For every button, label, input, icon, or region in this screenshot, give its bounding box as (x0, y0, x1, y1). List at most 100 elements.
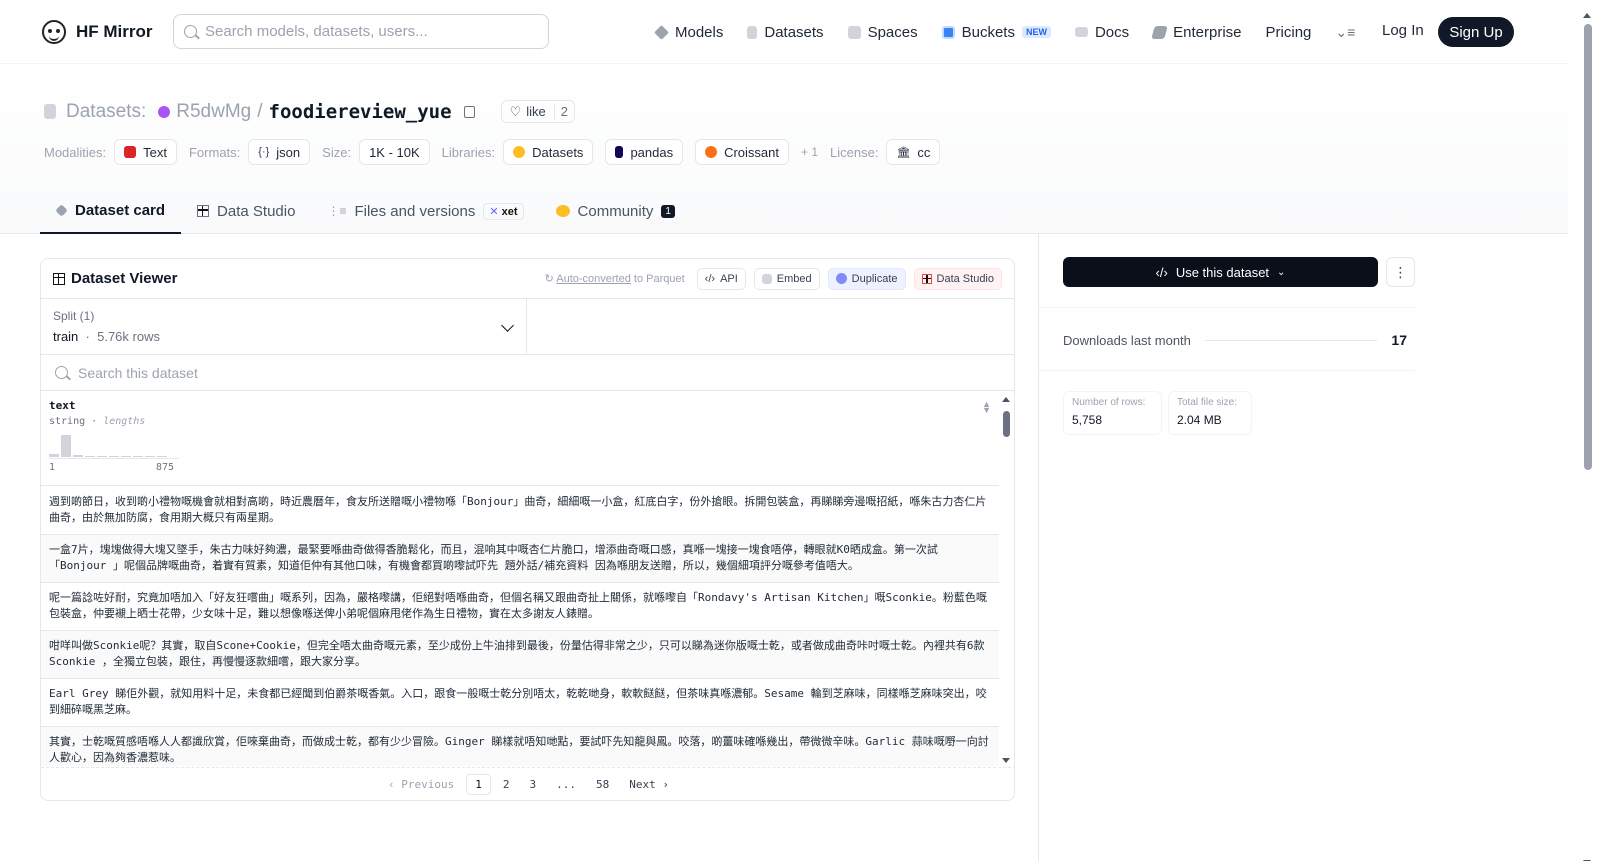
embed-icon (761, 273, 772, 284)
scroll-thumb[interactable] (1003, 411, 1010, 437)
tab-files[interactable]: ⋮≡ Files and versions ✕ xet (311, 188, 539, 234)
histogram-bar[interactable] (145, 456, 155, 457)
embed-button[interactable]: Embed (753, 267, 820, 290)
nav-enterprise[interactable]: Enterprise (1151, 23, 1242, 41)
library-chip-croissant[interactable]: Croissant (695, 139, 790, 165)
page-scrollbar[interactable] (1568, 0, 1600, 861)
table-row[interactable]: 其實，士乾嘅質感唔喺人人都識欣賞，佢唻棄曲奇，而做成士乾，都有少少冒險。Ging… (41, 727, 999, 766)
length-histogram[interactable] (49, 435, 179, 457)
global-search[interactable] (173, 14, 549, 49)
nav-spaces-label: Spaces (867, 23, 918, 41)
nav-models-label: Models (675, 23, 724, 41)
size-chip[interactable]: 1K - 10K (359, 139, 430, 165)
scroll-down-icon[interactable] (1002, 758, 1010, 763)
format-chip[interactable]: {·} json (248, 139, 311, 165)
page-scroll-thumb[interactable] (1584, 24, 1592, 470)
dataset-name[interactable]: foodiereview_yue (269, 101, 452, 123)
nav-docs-label: Docs (1094, 23, 1130, 41)
downloads-sparkline (1204, 339, 1378, 341)
page-1[interactable]: 1 (466, 774, 491, 795)
chevron-down-icon: ⌄ (1277, 266, 1286, 278)
dataset-search[interactable] (41, 355, 1014, 391)
library-croissant: Croissant (724, 144, 780, 160)
modality-value: Text (143, 144, 167, 160)
title-separator: / (257, 100, 263, 122)
tab-community[interactable]: Community 1 (540, 188, 691, 234)
studio-icon (921, 273, 932, 284)
histogram-bar[interactable] (49, 453, 59, 457)
prev-page[interactable]: ‹ Previous (380, 775, 462, 794)
table-row[interactable]: 週到啲節日，收到啲小禮物嘅機會就相對高啲，時近農曆年，食友所送贈嘅小禮物喺「Bo… (41, 487, 999, 535)
nav-models[interactable]: Models (654, 23, 724, 41)
more-libraries[interactable]: + 1 (801, 145, 818, 159)
histogram-bar[interactable] (157, 456, 167, 457)
side-panel: ‹/› Use this dataset ⌄ ⋮ Downloads last mo… (1038, 234, 1568, 861)
formats-label: Formats: (188, 144, 241, 160)
scroll-up-icon[interactable] (1002, 397, 1010, 402)
histogram-bar[interactable] (121, 456, 131, 457)
next-page[interactable]: Next › (621, 775, 677, 794)
library-chip-datasets[interactable]: Datasets (503, 139, 594, 165)
divider (1039, 307, 1415, 308)
column-type-value: string (49, 416, 86, 427)
page-58[interactable]: 58 (588, 775, 617, 794)
viewer-scrollbar[interactable] (1001, 393, 1013, 767)
sort-icon[interactable]: ▲ ▼ (982, 400, 991, 415)
modality-chip[interactable]: Text (114, 139, 177, 165)
api-button[interactable]: ‹/› API (696, 267, 746, 290)
histogram-bar[interactable] (133, 456, 143, 457)
nav-spaces[interactable]: Spaces (847, 23, 918, 41)
page-2[interactable]: 2 (495, 775, 518, 794)
library-chip-pandas[interactable]: pandas (605, 139, 684, 165)
histogram-bar[interactable] (97, 456, 107, 457)
histogram-bar[interactable] (73, 454, 83, 457)
table-row[interactable]: 一盒7片，塊塊做得大塊又墜手，朱古力味好夠濃，最緊要喺曲奇做得香脆鬆化，而且，混… (41, 535, 999, 583)
histogram-bar[interactable] (109, 456, 119, 457)
nav-datasets[interactable]: Datasets (747, 24, 824, 41)
libraries-label: Libraries: (441, 144, 496, 160)
pagination: ‹ Previous 1 2 3 ... 58 Next › (41, 767, 1014, 800)
owner-link[interactable]: R5dwMg (176, 101, 251, 123)
modalities-label: Modalities: (44, 144, 107, 160)
dataset-search-input[interactable] (78, 364, 478, 381)
login-link[interactable]: Log In (1382, 22, 1424, 39)
histogram-bar[interactable] (85, 456, 95, 457)
auto-converted-link[interactable]: Auto-converted (556, 273, 631, 285)
license-chip[interactable]: 🏛 cc (886, 139, 941, 165)
nav-buckets-label: Buckets (961, 23, 1015, 41)
table-row[interactable]: 呢一篇諗咗好耐，究竟加唔加入「好友狂嚐曲」嘅系列，因為，嚴格嚟講，佢絕對唔喺曲奇… (41, 583, 999, 631)
tab-files-label: Files and versions (354, 202, 476, 220)
table-row[interactable]: 咁咩叫做Sconkie呢？其實，取自Scone+Cookie，但完全唔太曲奇嘅元… (41, 631, 999, 679)
nav-docs[interactable]: Docs (1074, 23, 1130, 41)
tab-data-studio[interactable]: Data Studio (181, 188, 311, 234)
search-icon (184, 25, 197, 38)
brand-logo[interactable]: HF Mirror (42, 20, 153, 44)
scroll-up-icon[interactable] (1583, 13, 1591, 18)
signup-button[interactable]: Sign Up (1438, 17, 1514, 47)
use-dataset-button[interactable]: ‹/› Use this dataset ⌄ (1063, 257, 1378, 287)
size-label: Size: (322, 144, 352, 160)
duplicate-button[interactable]: Duplicate (827, 267, 906, 290)
datasets-icon (747, 25, 758, 39)
nav-pricing[interactable]: Pricing (1266, 24, 1312, 41)
split-selector-row: Split (1) train · 5.76k rows (41, 299, 1014, 355)
more-menu-icon[interactable]: ⌄≡ (1335, 24, 1355, 41)
prev-label: Previous (401, 778, 455, 791)
page-scroll-track (1580, 10, 1592, 861)
xet-badge: ✕ xet (483, 202, 524, 220)
like-button[interactable]: ♡ like 2 (500, 100, 575, 123)
nav-buckets[interactable]: Buckets NEW (941, 23, 1051, 41)
more-options-button[interactable]: ⋮ (1386, 257, 1415, 287)
nav-enterprise-label: Enterprise (1173, 23, 1242, 41)
page-ellipsis: ... (556, 778, 576, 791)
copy-icon[interactable] (463, 105, 475, 118)
community-count: 1 (661, 204, 675, 218)
split-selector[interactable]: Split (1) train · 5.76k rows (41, 299, 527, 354)
table-row[interactable]: Earl Grey 睇佢外觀，就知用料十足，未食都已經聞到伯爵茶嘅香氣。入口，跟… (41, 679, 999, 727)
search-input[interactable] (205, 23, 525, 40)
hf-logo-icon (42, 20, 66, 44)
data-studio-button[interactable]: Data Studio (913, 267, 1002, 290)
tab-dataset-card[interactable]: Dataset card (40, 188, 182, 234)
page-3[interactable]: 3 (521, 775, 544, 794)
histogram-bar[interactable] (61, 435, 71, 457)
